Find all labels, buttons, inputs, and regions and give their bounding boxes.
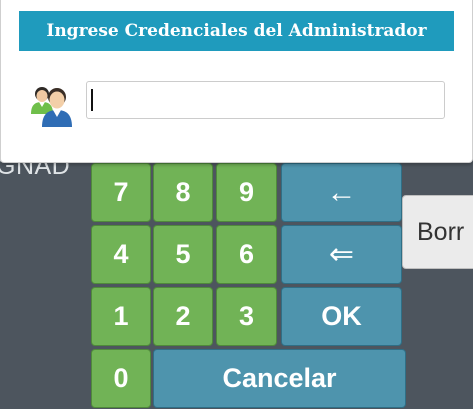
key-5[interactable]: 5 xyxy=(153,225,213,284)
borrar-button-label: Borr xyxy=(417,217,465,246)
key-3[interactable]: 3 xyxy=(216,287,277,346)
admin-password-input[interactable] xyxy=(86,81,445,119)
dialog-title: Ingrese Credenciales del Administrador xyxy=(19,11,454,51)
admin-credentials-dialog: Ingrese Credenciales del Administrador xyxy=(0,0,473,163)
key-0[interactable]: 0 xyxy=(91,349,151,408)
key-2[interactable]: 2 xyxy=(153,287,213,346)
borrar-button[interactable]: Borr xyxy=(402,195,473,269)
key-9[interactable]: 9 xyxy=(216,163,277,222)
backspace-button[interactable]: ← xyxy=(281,163,402,222)
clear-button[interactable]: ⇐ xyxy=(281,225,402,284)
key-1[interactable]: 1 xyxy=(91,287,151,346)
ok-button[interactable]: OK xyxy=(281,287,402,346)
cancel-button[interactable]: Cancelar xyxy=(153,349,406,408)
text-caret xyxy=(91,89,93,111)
key-6[interactable]: 6 xyxy=(216,225,277,284)
key-8[interactable]: 8 xyxy=(153,163,213,222)
key-7[interactable]: 7 xyxy=(91,163,151,222)
users-icon xyxy=(28,80,76,128)
key-4[interactable]: 4 xyxy=(91,225,151,284)
